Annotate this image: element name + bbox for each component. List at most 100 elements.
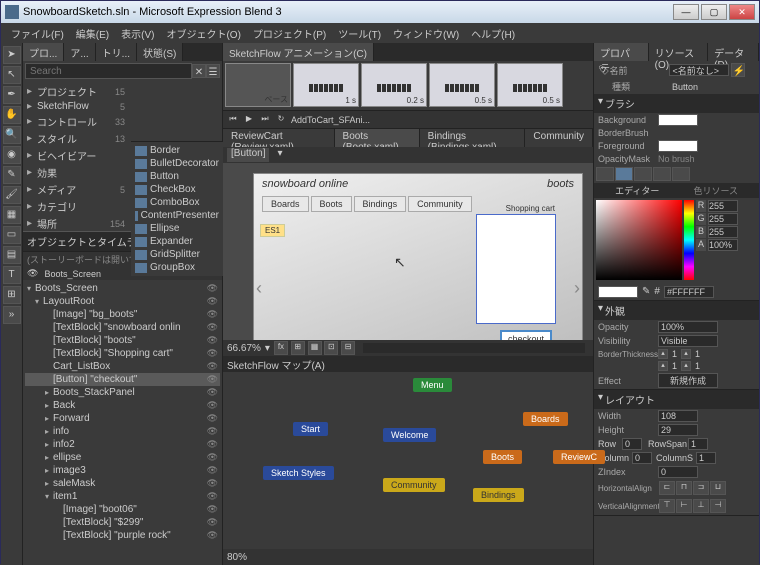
r-input[interactable] xyxy=(708,200,738,212)
prev-color-swatch[interactable] xyxy=(598,286,638,298)
menu-view[interactable]: 表示(V) xyxy=(115,23,160,43)
effect-new-button[interactable]: 新規作成 xyxy=(658,373,718,388)
eyedropper-tool[interactable]: ✎ xyxy=(3,166,21,184)
sf-node-welcome[interactable]: Welcome xyxy=(383,428,436,442)
brush-property-row[interactable]: Foreground xyxy=(594,139,759,153)
name-input[interactable] xyxy=(669,64,729,76)
sf-node-bindings[interactable]: Bindings xyxy=(473,488,524,502)
asset-item[interactable]: Border xyxy=(133,144,221,157)
animation-frame[interactable]: 0.5 s xyxy=(429,63,495,107)
art-cart-listbox[interactable]: Shopping cart xyxy=(476,214,556,324)
tree-item[interactable]: [TextBlock] "purple rock"👁 xyxy=(25,529,220,542)
g-input[interactable] xyxy=(708,213,738,225)
layout-tool[interactable]: ▤ xyxy=(3,246,21,264)
tree-item[interactable]: ▸info2👁 xyxy=(25,438,220,451)
tab-resources[interactable]: リソース(O) xyxy=(649,43,709,61)
menu-help[interactable]: ヘルプ(H) xyxy=(465,23,521,43)
brush-gradient-icon[interactable] xyxy=(634,167,652,181)
tree-item[interactable]: ▸Boots_StackPanel👁 xyxy=(25,386,220,399)
control-tool[interactable]: ⊞ xyxy=(3,286,21,304)
document-tab[interactable]: Community xyxy=(525,129,593,147)
breadcrumb-chevron-icon[interactable]: ▾ xyxy=(273,148,286,162)
chevron-down-icon[interactable]: ▾ xyxy=(598,96,603,111)
project-category-item[interactable]: ▸スタイル13 xyxy=(25,130,127,147)
sf-zoom-value[interactable]: 80% xyxy=(227,552,247,563)
art-tab-boots[interactable]: Boots xyxy=(311,196,352,212)
asset-item[interactable]: Expander xyxy=(133,235,221,248)
gradient-tool[interactable]: ▦ xyxy=(3,206,21,224)
menu-object[interactable]: オブジェクト(O) xyxy=(160,23,246,43)
events-icon[interactable]: ⚡ xyxy=(731,63,745,77)
tab-projects[interactable]: プロ... xyxy=(23,43,64,61)
tree-item[interactable]: [TextBlock] "$299"👁 xyxy=(25,516,220,529)
height-input[interactable] xyxy=(658,424,698,436)
width-input[interactable] xyxy=(658,410,698,422)
text-tool[interactable]: T xyxy=(3,266,21,284)
pan-tool[interactable]: ✋ xyxy=(3,106,21,124)
spinner-up-icon[interactable]: ▴ xyxy=(658,361,668,371)
brush-property-row[interactable]: OpacityMaskNo brush xyxy=(594,153,759,165)
tab-properties[interactable]: プロパテ... xyxy=(594,43,649,61)
brush-tool[interactable]: 🖌 xyxy=(3,186,21,204)
tree-item[interactable]: ▸info👁 xyxy=(25,425,220,438)
document-tab[interactable]: Boots (Boots.xaml) xyxy=(335,129,420,147)
asset-item[interactable]: ComboBox xyxy=(133,196,221,209)
menu-window[interactable]: ウィンドウ(W) xyxy=(387,23,465,43)
breadcrumb-button[interactable]: [Button] xyxy=(227,148,269,162)
tree-item[interactable]: [Button] "checkout"👁 xyxy=(25,373,220,386)
horizontal-scrollbar[interactable] xyxy=(363,343,585,353)
art-tab-bindings[interactable]: Bindings xyxy=(354,196,407,212)
valign-stretch-icon[interactable]: ⊣ xyxy=(710,499,726,513)
project-category-item[interactable]: ▸メディア5 xyxy=(25,181,127,198)
tree-item[interactable]: [Image] "bg_boots"👁 xyxy=(25,308,220,321)
visibility-input[interactable] xyxy=(658,335,718,347)
asset-tool[interactable]: » xyxy=(3,306,21,324)
eyedropper-icon[interactable]: ✎ xyxy=(642,286,650,298)
sf-node-boards[interactable]: Boards xyxy=(523,412,568,426)
art-annotation-tag[interactable]: ES1 xyxy=(260,224,285,237)
tree-item[interactable]: [Image] "boot06"👁 xyxy=(25,503,220,516)
menu-file[interactable]: ファイル(F) xyxy=(5,23,70,43)
halign-center-icon[interactable]: ⊓ xyxy=(676,481,692,495)
asset-item[interactable]: Button xyxy=(133,170,221,183)
tab-assets[interactable]: ア... xyxy=(64,43,95,61)
design-canvas[interactable]: snowboard online boots Boards Boots Bind… xyxy=(223,163,593,340)
asset-item[interactable]: BulletDecorator xyxy=(133,157,221,170)
art-tab-community[interactable]: Community xyxy=(408,196,472,212)
timeline-next-icon[interactable]: ⏭ xyxy=(259,114,271,126)
camera-tool[interactable]: ◉ xyxy=(3,146,21,164)
tab-data[interactable]: データ(D) xyxy=(708,43,759,61)
tree-item[interactable]: [TextBlock] "boots"👁 xyxy=(25,334,220,347)
tree-item[interactable]: ▸ellipse👁 xyxy=(25,451,220,464)
project-category-item[interactable]: ▸コントロール33 xyxy=(25,113,127,130)
brush-none-icon[interactable] xyxy=(596,167,614,181)
animation-frame[interactable]: 0.5 s xyxy=(497,63,563,107)
project-category-item[interactable]: ▸効果 xyxy=(25,164,127,181)
spinner-up-icon[interactable]: ▴ xyxy=(681,361,691,371)
asset-item[interactable]: GridSplitter xyxy=(133,248,221,261)
tree-item[interactable]: ▾LayoutRoot👁 xyxy=(25,295,220,308)
grid-icon[interactable]: ⊞ xyxy=(291,341,305,355)
art-prev-arrow-icon[interactable]: ‹ xyxy=(256,278,262,299)
animation-frame[interactable]: 1 s xyxy=(293,63,359,107)
tree-root-label[interactable]: Boots_Screen xyxy=(44,269,101,279)
asset-item[interactable]: Ellipse xyxy=(133,222,221,235)
project-category-item[interactable]: ▸SketchFlow5 xyxy=(25,100,127,113)
fx-icon[interactable]: fx xyxy=(274,341,288,355)
pen-tool[interactable]: ✒ xyxy=(3,86,21,104)
search-view-icon[interactable]: ☰ xyxy=(206,64,220,78)
document-tab[interactable]: Bindings (Bindings.xaml) xyxy=(420,129,526,147)
artboard[interactable]: snowboard online boots Boards Boots Bind… xyxy=(253,173,583,340)
halign-right-icon[interactable]: ⊐ xyxy=(693,481,709,495)
guides-icon[interactable]: ⊡ xyxy=(324,341,338,355)
art-tab-boards[interactable]: Boards xyxy=(262,196,309,212)
animation-frame[interactable]: ベース xyxy=(225,63,291,107)
sf-node-review[interactable]: ReviewC xyxy=(553,450,605,464)
menu-edit[interactable]: 編集(E) xyxy=(70,23,115,43)
project-category-item[interactable]: ▸場所154 xyxy=(25,215,127,232)
asset-item[interactable]: ContentPresenter xyxy=(133,209,221,222)
sf-node-boots[interactable]: Boots xyxy=(483,450,522,464)
asset-item[interactable]: CheckBox xyxy=(133,183,221,196)
menu-tools[interactable]: ツール(T) xyxy=(332,23,387,43)
tab-triggers[interactable]: トリ... xyxy=(96,43,137,61)
